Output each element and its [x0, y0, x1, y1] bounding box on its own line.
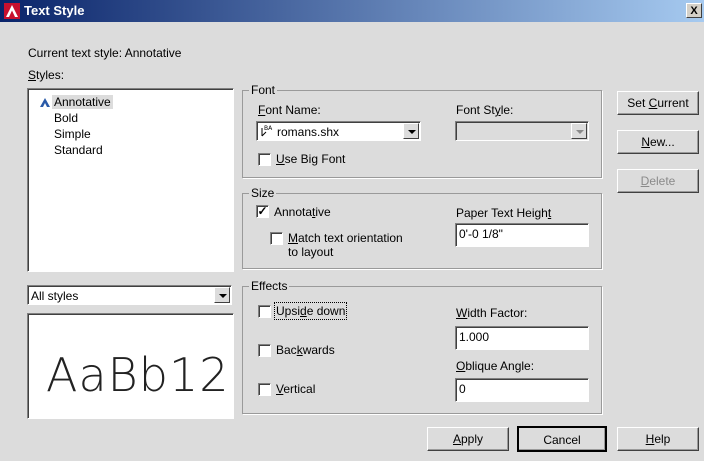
- set-current-button[interactable]: Set Current: [617, 91, 699, 115]
- list-item-bold[interactable]: Bold: [54, 111, 78, 125]
- font-style-label: Font Style:: [456, 103, 514, 117]
- backwards-checkbox[interactable]: [258, 344, 271, 357]
- width-factor-label: Width Factor:: [456, 306, 528, 320]
- backwards-label: Backwards: [276, 343, 335, 357]
- styles-label: Styles:: [28, 68, 65, 82]
- oblique-angle-input[interactable]: 0: [455, 378, 589, 402]
- delete-button[interactable]: Delete: [617, 169, 699, 193]
- font-name-label: Font Name:: [258, 103, 321, 117]
- list-item-simple[interactable]: Simple: [54, 127, 91, 141]
- oblique-angle-value: 0: [459, 382, 466, 396]
- shx-font-icon: BA: [261, 125, 273, 137]
- font-style-dropdown[interactable]: [455, 121, 589, 141]
- styles-list[interactable]: Annotative Bold Simple Standard: [27, 88, 234, 272]
- vertical-checkbox[interactable]: [258, 383, 271, 396]
- use-big-font-checkbox[interactable]: [258, 153, 271, 166]
- paper-text-height-value: 0'-0 1/8": [459, 227, 503, 241]
- styles-filter-dropdown[interactable]: All styles: [27, 285, 232, 305]
- current-style-line: Current text style: Annotative: [28, 46, 181, 60]
- annotative-label: Annotative: [274, 205, 331, 219]
- autocad-logo-icon: [4, 3, 20, 19]
- font-name-dropdown[interactable]: BA romans.shx: [256, 121, 421, 141]
- font-name-value: romans.shx: [277, 125, 340, 139]
- chevron-down-icon[interactable]: [214, 287, 230, 303]
- new-button[interactable]: New...: [617, 130, 699, 154]
- chevron-down-icon[interactable]: [403, 123, 419, 139]
- paper-text-height-label: Paper Text Height: [456, 206, 552, 220]
- current-style-label: Current text style:: [28, 46, 123, 60]
- svg-text:BA: BA: [264, 125, 273, 132]
- chevron-down-icon[interactable]: [571, 123, 587, 139]
- match-orientation-checkbox[interactable]: [270, 232, 283, 245]
- width-factor-value: 1.000: [459, 330, 490, 344]
- styles-filter-value: All styles: [31, 289, 79, 303]
- cancel-button[interactable]: Cancel: [517, 426, 607, 452]
- title-bar[interactable]: Text Style X: [0, 0, 704, 22]
- preview-text: AaBb12: [46, 348, 230, 402]
- font-group-title: Font: [249, 83, 278, 97]
- effects-group-title: Effects: [249, 279, 290, 293]
- annotative-icon: [40, 98, 50, 107]
- current-style-value: Annotative: [124, 46, 182, 60]
- window-title: Text Style: [24, 3, 85, 18]
- use-big-font-label: Use Big Font: [276, 152, 346, 166]
- text-style-dialog: Text Style X Current text style: Annotat…: [0, 0, 704, 461]
- match-orientation-label: Match text orientation to layout: [288, 231, 403, 259]
- oblique-angle-label: Oblique Angle:: [456, 359, 535, 373]
- close-button[interactable]: X: [686, 3, 702, 18]
- upside-down-checkbox[interactable]: [258, 305, 271, 318]
- width-factor-input[interactable]: 1.000: [455, 326, 589, 350]
- upside-down-label: Upside down: [273, 302, 348, 320]
- list-item-annotative[interactable]: Annotative: [52, 95, 113, 109]
- paper-text-height-input[interactable]: 0'-0 1/8": [455, 223, 589, 247]
- list-item-standard[interactable]: Standard: [54, 143, 103, 157]
- style-preview: AaBb12: [27, 313, 234, 419]
- annotative-checkbox[interactable]: ✓: [256, 205, 269, 218]
- size-group-title: Size: [249, 186, 277, 200]
- vertical-label: Vertical: [276, 382, 316, 396]
- apply-button[interactable]: Apply: [427, 427, 509, 451]
- help-button[interactable]: Help: [617, 427, 699, 451]
